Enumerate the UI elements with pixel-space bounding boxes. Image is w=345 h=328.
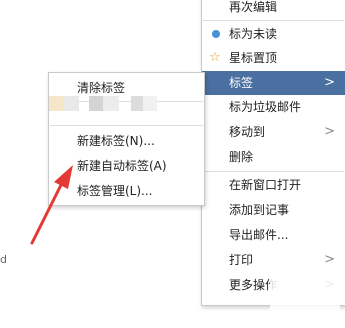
annotation-arrow-icon xyxy=(30,165,73,245)
